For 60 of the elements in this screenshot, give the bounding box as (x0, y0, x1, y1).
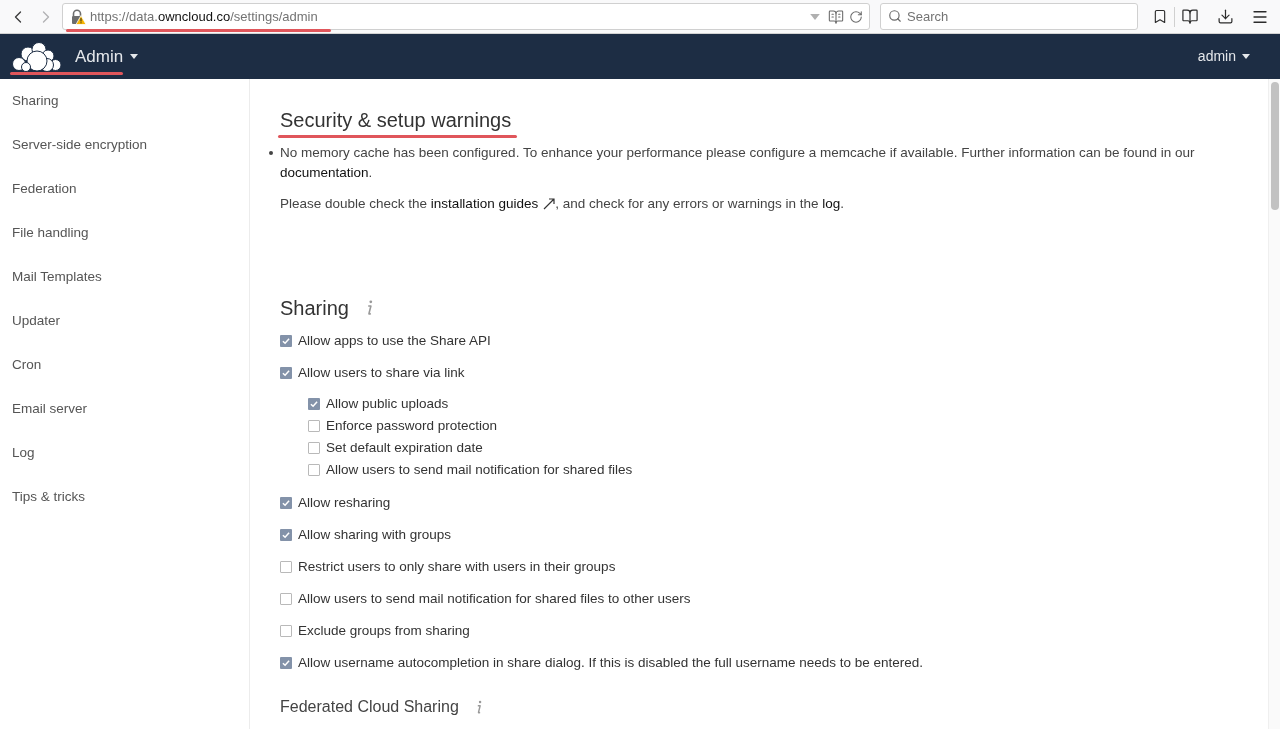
checkbox[interactable] (280, 335, 292, 347)
checkbox[interactable] (308, 420, 320, 432)
sidebar-item[interactable]: Email server (12, 398, 87, 420)
bullet-icon (269, 151, 273, 155)
reader-view-icon[interactable] (828, 8, 844, 25)
sidebar-item[interactable]: Federation (12, 178, 77, 200)
search-icon (888, 9, 902, 23)
sidebar-item[interactable]: Tips & tricks (12, 486, 85, 508)
section-title: Federated Cloud Sharing (280, 697, 459, 717)
sidebar-item[interactable]: File handling (12, 222, 89, 244)
checkbox[interactable] (280, 529, 292, 541)
option-label: Allow users to send mail notification for shared files (326, 461, 633, 479)
option-label: Allow username autocompletion in share dialog. If this is disabled the full username needs to be entered. (298, 654, 924, 672)
lock-warning-icon[interactable] (70, 8, 86, 25)
checkbox[interactable] (308, 398, 320, 410)
hint-text: Please double check the installation guides , and check for any errors or warnings in the log. (280, 194, 845, 214)
search-field[interactable]: Search (880, 3, 1138, 30)
sidebar-item[interactable]: Mail Templates (12, 266, 102, 288)
sidebar-item[interactable]: Server-side encryption (12, 134, 148, 156)
link[interactable]: documentation (280, 163, 369, 183)
link[interactable]: installation guides (430, 194, 556, 214)
checkbox[interactable] (308, 464, 320, 476)
option-label: Allow sharing with groups (298, 526, 452, 544)
checkbox[interactable] (308, 442, 320, 454)
option-label: Set default expiration date (326, 439, 483, 457)
checkbox[interactable] (280, 497, 292, 509)
option-label: Restrict users to only share with users in their groups (298, 558, 616, 576)
external-link-icon (543, 198, 556, 210)
checkbox[interactable] (280, 625, 292, 637)
warning-text: No memory cache has been configured. To enhance your performance please configure a memcache if available. Further information can be found in our documentation. (280, 143, 1220, 183)
checkbox[interactable] (280, 657, 292, 669)
option-label: Allow apps to use the Share API (298, 332, 491, 350)
user-menu-button[interactable]: admin (1197, 46, 1250, 67)
caret-icon (130, 54, 139, 59)
bookmark-icon (1152, 8, 1168, 25)
option-label: Allow public uploads (326, 395, 449, 413)
reload-icon[interactable] (849, 9, 863, 24)
option-label: Allow users to share via link (298, 364, 465, 382)
option-label: Enforce password protection (326, 417, 498, 435)
scrollbar-thumb[interactable] (1270, 82, 1279, 210)
checkbox[interactable] (280, 561, 292, 573)
caret-icon (1242, 54, 1250, 59)
sidebar-item[interactable]: Cron (12, 354, 42, 376)
sidebar-item[interactable]: Updater (12, 310, 61, 332)
dropdown-caret-icon (810, 13, 820, 20)
download-icon (1216, 8, 1234, 25)
option-label: Exclude groups from sharing (298, 622, 470, 640)
option-label: Allow resharing (298, 494, 391, 512)
open-book-icon (1181, 8, 1199, 25)
sidebar-item[interactable]: Log (12, 442, 35, 464)
option-label: Allow users to send mail notification for shared files to other users (298, 590, 691, 608)
cloud-logo-icon[interactable] (12, 41, 62, 72)
url-text: https://data.owncloud.co/settings/admin (90, 7, 318, 26)
section-title: Security & setup warnings (280, 108, 512, 133)
app-menu-button[interactable]: Admin (75, 43, 139, 70)
section-title: Sharing (280, 296, 349, 321)
checkbox[interactable] (280, 593, 292, 605)
address-bar[interactable]: https://data.owncloud.co/settings/admin (62, 3, 870, 30)
sidebar-item[interactable]: Sharing (12, 90, 59, 112)
checkbox[interactable] (280, 367, 292, 379)
